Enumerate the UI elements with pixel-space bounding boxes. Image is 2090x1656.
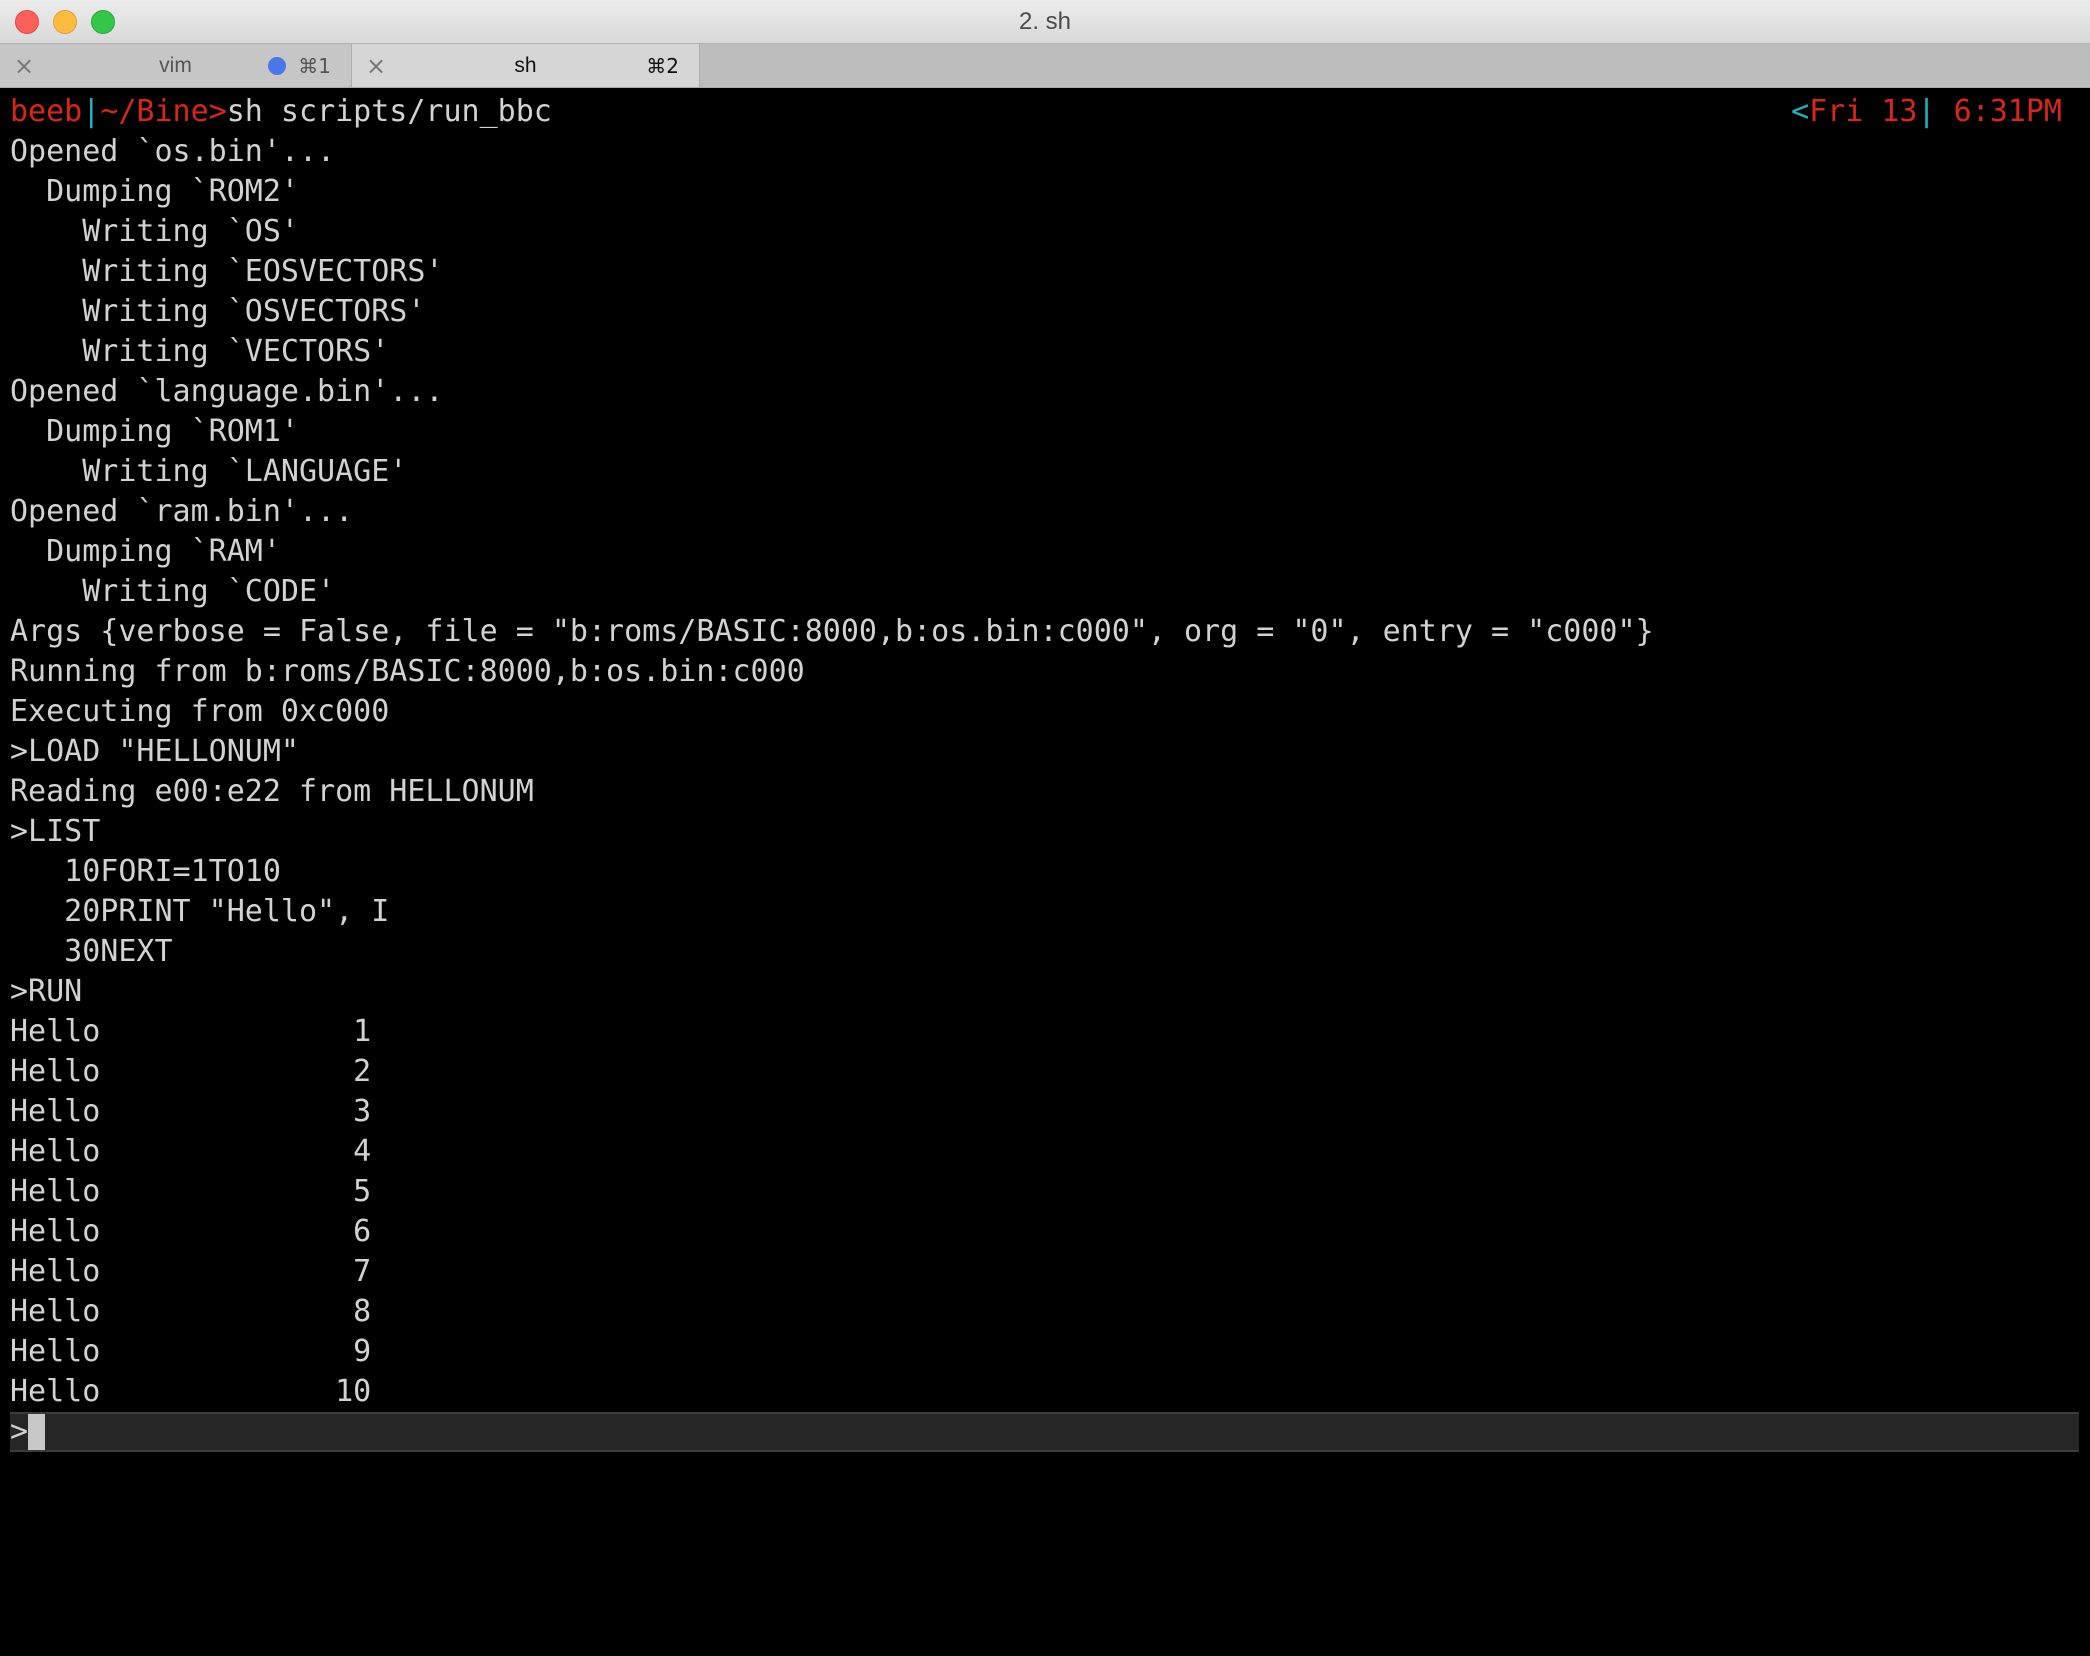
output-line: Hello 5 <box>10 1174 372 1209</box>
output-line: Writing `OS' <box>10 214 299 249</box>
output-line: 20PRINT "Hello", I <box>10 894 390 929</box>
output-line: Writing `LANGUAGE' <box>10 454 408 489</box>
tab-bar: × vim ⌘1 × sh ⌘2 <box>0 44 2090 88</box>
terminal-window: 2. sh × vim ⌘1 × sh ⌘2 beeb|~/Bine>sh sc… <box>0 0 2090 1656</box>
prompt-host: beeb <box>10 94 83 129</box>
output-line: Reading e00:e22 from HELLONUM <box>10 774 534 809</box>
right-prompt-separator: | <box>1917 94 1936 129</box>
output-line: >LIST <box>10 814 101 849</box>
output-line: Opened `os.bin'... <box>10 134 336 169</box>
right-prompt-open: < <box>1791 94 1810 129</box>
right-prompt: <Fri 13| 6:31PM <box>1791 92 2062 132</box>
output-line: >LOAD "HELLONUM" <box>10 734 299 769</box>
output-line: Hello 4 <box>10 1134 372 1169</box>
input-prompt: > <box>10 1414 29 1449</box>
prompt-command: sh scripts/run_bbc <box>226 94 552 129</box>
text-cursor <box>28 1414 45 1450</box>
input-line[interactable]: > <box>10 1412 2079 1452</box>
shell-prompt-line: beeb|~/Bine>sh scripts/run_bbc <box>10 92 552 132</box>
output-line: Dumping `ROM2' <box>10 174 299 209</box>
output-line: Hello 3 <box>10 1094 372 1129</box>
output-line: Dumping `ROM1' <box>10 414 299 449</box>
right-prompt-time: 6:31PM <box>1935 94 2062 129</box>
window-title: 2. sh <box>1018 8 1072 35</box>
activity-indicator-icon <box>268 57 286 75</box>
output-line: Hello 7 <box>10 1254 372 1289</box>
prompt-separator: | <box>82 94 101 129</box>
output-line: Writing `OSVECTORS' <box>10 294 426 329</box>
output-line: Hello 10 <box>10 1374 372 1409</box>
tab-sh[interactable]: × sh ⌘2 <box>352 44 700 87</box>
tab-shortcut: ⌘2 <box>646 54 679 78</box>
output-line: 30NEXT <box>10 934 173 969</box>
output-line: Hello 9 <box>10 1334 372 1369</box>
output-line: Executing from 0xc000 <box>10 694 390 729</box>
right-prompt-date: Fri 13 <box>1809 94 1918 129</box>
prompt-symbol: > <box>208 94 227 129</box>
output-line: Writing `VECTORS' <box>10 334 390 369</box>
output-line: Writing `EOSVECTORS' <box>10 254 444 289</box>
output-line: 10FORI=1TO10 <box>10 854 281 889</box>
output-line: >RUN <box>10 974 83 1009</box>
output-line: Args {verbose = False, file = "b:roms/BA… <box>10 614 1654 649</box>
output-line: Opened `language.bin'... <box>10 374 444 409</box>
terminal-output[interactable]: beeb|~/Bine>sh scripts/run_bbc <Fri 13| … <box>0 88 2090 1656</box>
tab-vim[interactable]: × vim ⌘1 <box>0 44 352 87</box>
output-line: Hello 6 <box>10 1214 372 1249</box>
output-line: Opened `ram.bin'... <box>10 494 354 529</box>
output-line: Hello 2 <box>10 1054 372 1089</box>
title-bar: 2. sh <box>0 0 2090 44</box>
prompt-path: ~/Bine <box>100 94 209 129</box>
output-line: Dumping `RAM' <box>10 534 281 569</box>
tab-shortcut: ⌘1 <box>298 54 331 78</box>
output-line: Running from b:roms/BASIC:8000,b:os.bin:… <box>10 654 805 689</box>
output-line: Hello 1 <box>10 1014 372 1049</box>
output-line: Writing `CODE' <box>10 574 336 609</box>
output-line: Hello 8 <box>10 1294 372 1329</box>
